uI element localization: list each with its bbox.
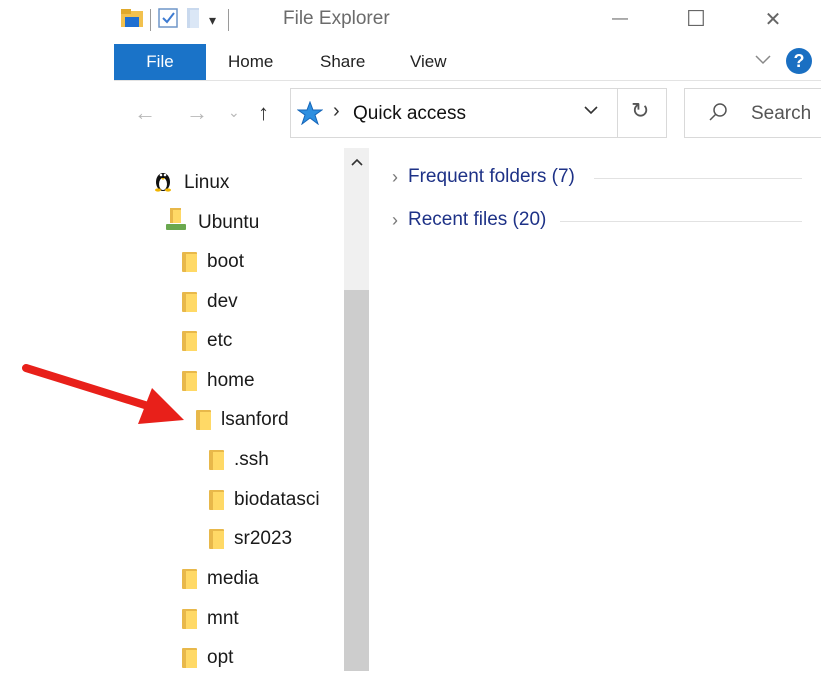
maximize-icon: ☐ [686,6,706,31]
up-button[interactable]: ↑ [258,100,269,126]
tree-item-label: sr2023 [234,528,293,549]
tree-item-label: home [207,370,255,391]
tree-item-biodatasci[interactable]: biodatasci [209,485,320,515]
chevron-down-icon: ⌄ [228,104,240,120]
ribbon-tabs: File Home Share View ? [114,44,821,81]
folder-icon [182,331,197,351]
tree-item-label: opt [207,647,234,668]
tree-item-label: biodatasci [234,489,320,510]
file-explorer-app-icon [120,7,144,34]
tree-item-etc[interactable]: etc [182,326,232,356]
group-header-label: Recent files (20) [408,209,547,230]
group-header-label: Frequent folders (7) [408,166,575,187]
folder-icon [182,609,197,629]
chevron-right-icon: › [392,209,398,230]
tab-view[interactable]: View [410,44,447,80]
group-frequent-folders[interactable]: › Frequent folders (7) [392,166,575,188]
forward-arrow-icon: → [186,100,208,125]
tree-item-ubuntu[interactable]: Ubuntu [164,208,259,238]
recent-locations-button[interactable]: ⌄ [228,104,240,121]
back-arrow-icon: ← [134,100,156,125]
close-icon: ✕ [764,8,782,31]
folder-icon [209,529,224,549]
tree-item-label: etc [207,330,233,351]
tree-item-label: mnt [207,608,239,629]
folder-icon [182,648,197,668]
up-arrow-icon: ↑ [258,100,269,125]
quick-access-star-icon [296,100,324,130]
folder-icon [209,490,224,510]
group-divider [594,178,802,179]
customize-qat-dropdown-icon[interactable]: ▾ [209,12,216,29]
tree-item-media[interactable]: media [182,564,259,594]
scrollbar-thumb[interactable] [344,290,369,671]
folder-icon [209,450,224,470]
address-bar[interactable]: › Quick access ↻ [290,88,667,138]
minimize-button[interactable]: — [597,4,643,34]
forward-button[interactable]: → [186,100,208,126]
tree-item-home[interactable]: home [182,366,255,396]
close-button[interactable]: ✕ [750,4,796,34]
scroll-up-icon[interactable] [350,154,364,170]
window-title: File Explorer [283,8,390,29]
tab-file[interactable]: File [114,44,206,80]
folder-icon [196,410,211,430]
linux-penguin-icon [152,168,174,198]
search-icon [707,101,729,128]
folder-icon [182,569,197,589]
tree-item-boot[interactable]: boot [182,247,244,277]
group-recent-files[interactable]: › Recent files (20) [392,209,546,231]
help-icon[interactable]: ? [786,48,812,74]
maximize-button[interactable]: ☐ [673,4,719,34]
tree-item-linux[interactable]: Linux [152,168,229,198]
qat-separator [150,9,151,31]
address-divider [617,89,618,137]
tree-item-label: Ubuntu [198,212,260,233]
tree-item-label: Linux [184,172,230,193]
address-dropdown-icon[interactable] [583,103,599,121]
tree-item-opt[interactable]: opt [182,643,233,673]
tree-item-label: dev [207,291,238,312]
tree-item-dev[interactable]: dev [182,287,238,317]
tree-item-sr2023[interactable]: sr2023 [209,524,292,554]
search-box[interactable]: Search [684,88,821,138]
breadcrumb-location[interactable]: Quick access [353,103,466,125]
group-divider [560,221,802,222]
navigation-pane-scrollbar[interactable] [344,148,369,671]
folder-icon [182,252,197,272]
quick-access-toolbar: ▾ [120,6,230,34]
refresh-icon[interactable]: ↻ [631,98,649,124]
tree-item-lsanford[interactable]: lsanford [196,405,289,435]
properties-icon[interactable] [157,7,179,34]
expand-ribbon-chevron-icon[interactable] [754,52,772,70]
tree-item-label: .ssh [234,449,269,470]
tree-item-label: boot [207,251,244,272]
chevron-right-icon: › [392,166,398,187]
tree-item-mnt[interactable]: mnt [182,604,239,634]
tree-item-ssh[interactable]: .ssh [209,445,269,475]
new-folder-icon[interactable] [185,7,201,34]
tree-item-label: lsanford [221,409,289,430]
annotation-arrow [20,360,190,435]
tree-item-label: media [207,568,259,589]
drive-icon [164,208,188,238]
minimize-icon: — [612,10,628,27]
breadcrumb-chevron-icon[interactable]: › [333,100,340,123]
back-button[interactable]: ← [134,100,156,126]
tab-home[interactable]: Home [228,44,273,80]
qat-separator-2 [228,9,230,31]
search-input[interactable]: Search [751,103,811,125]
folder-icon [182,292,197,312]
tab-share[interactable]: Share [320,44,365,80]
